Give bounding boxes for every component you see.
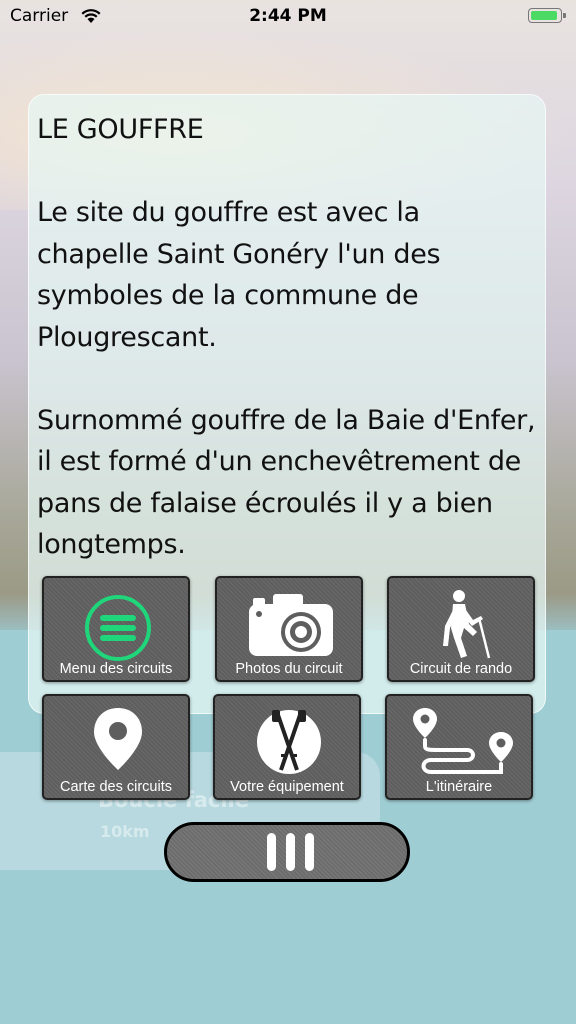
- article-text: LE GOUFFRE Le site du gouffre est avec l…: [37, 109, 537, 566]
- hiking-poles-icon: [257, 710, 321, 774]
- votre-equipement-button[interactable]: Votre équipement: [213, 694, 361, 800]
- menu-circuits-label: Menu des circuits: [59, 661, 173, 677]
- hamburger-menu-icon: [85, 595, 151, 661]
- photos-circuit-label: Photos du circuit: [235, 661, 343, 677]
- camera-icon: [249, 594, 333, 656]
- menu-circuits-button[interactable]: Menu des circuits: [42, 576, 190, 682]
- article-paragraph-1: Le site du gouffre est avec la chapelle …: [37, 197, 441, 353]
- circuit-rando-button[interactable]: Circuit de rando: [387, 576, 535, 682]
- photos-circuit-button[interactable]: Photos du circuit: [215, 576, 363, 682]
- status-time: 2:44 PM: [249, 6, 327, 26]
- carte-circuits-label: Carte des circuits: [59, 779, 172, 795]
- menu-toggle-button[interactable]: [164, 822, 410, 882]
- route-icon: [413, 708, 513, 774]
- article-title: LE GOUFFRE: [37, 114, 204, 145]
- itineraire-label: L'itinéraire: [425, 779, 493, 795]
- pause-bars-icon: [267, 833, 314, 871]
- circuit-rando-label: Circuit de rando: [409, 661, 513, 677]
- votre-equipement-label: Votre équipement: [230, 779, 344, 795]
- hiker-icon: [443, 590, 491, 659]
- status-bar: Carrier 2:44 PM: [0, 0, 576, 34]
- carte-circuits-button[interactable]: Carte des circuits: [42, 694, 190, 800]
- map-pin-icon: [94, 708, 142, 770]
- background-route-sub: 10km: [100, 822, 150, 841]
- itineraire-button[interactable]: L'itinéraire: [385, 694, 533, 800]
- article-paragraph-2: Surnommé gouffre de la Baie d'Enfer, il …: [37, 404, 536, 561]
- battery-icon: [528, 8, 566, 23]
